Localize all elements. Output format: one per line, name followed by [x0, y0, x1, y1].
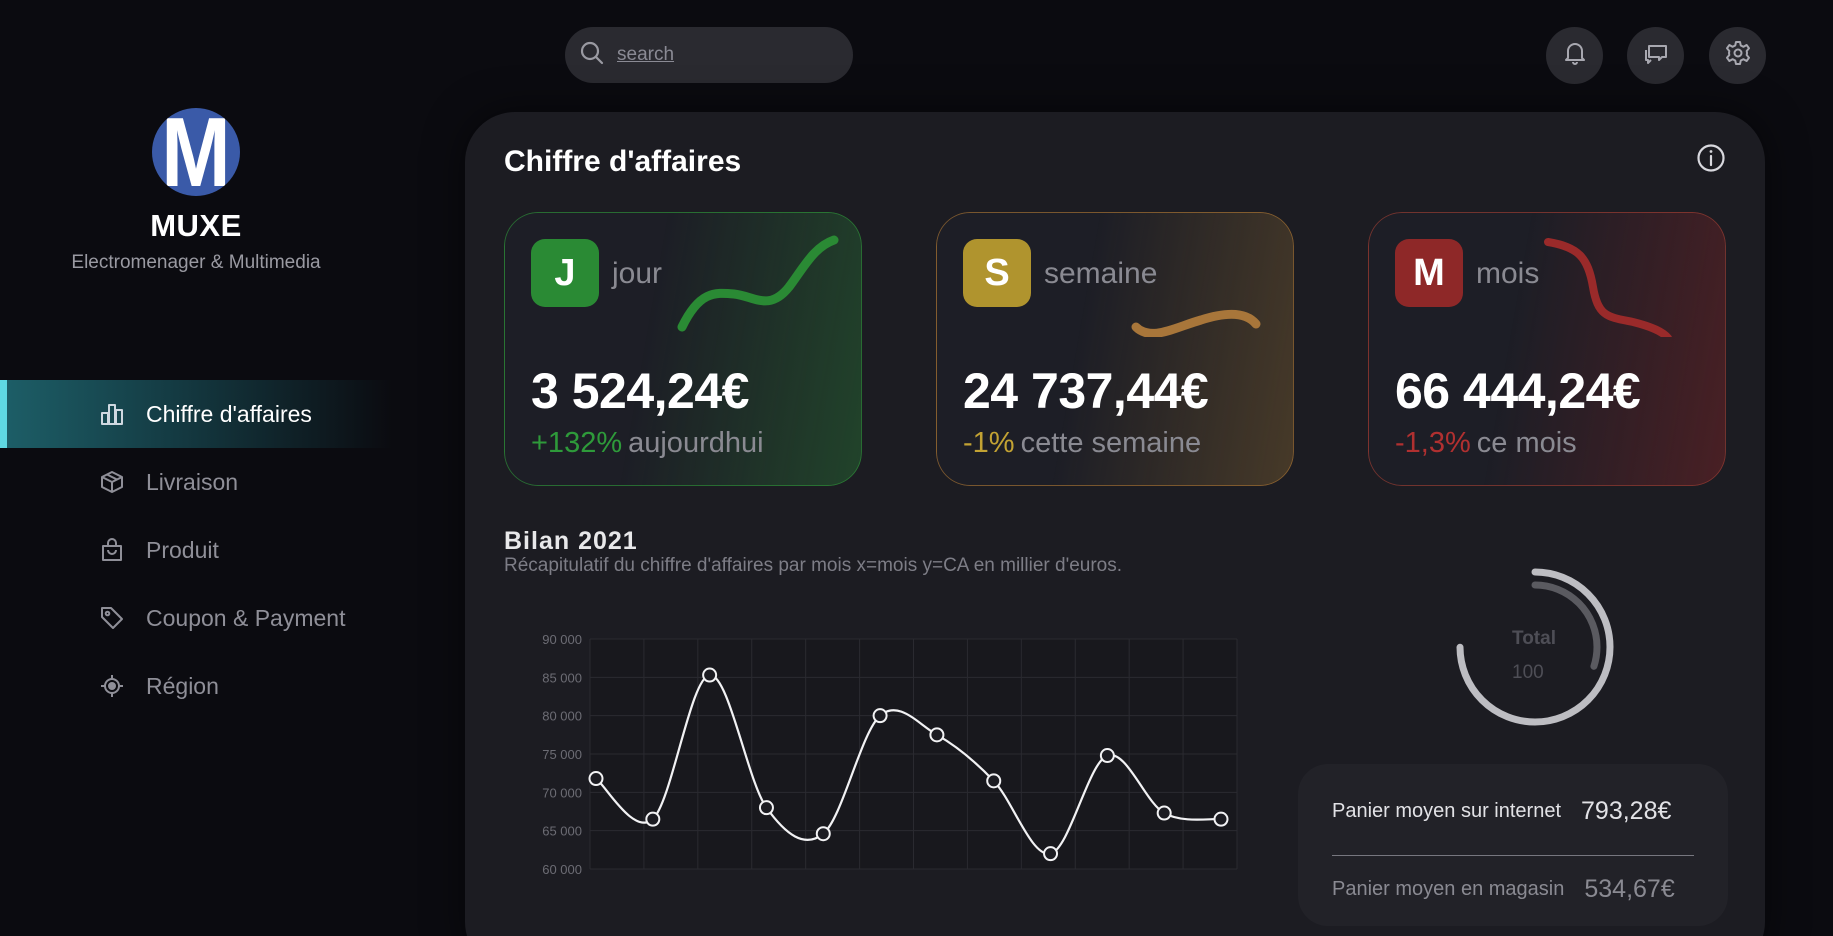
card-amount: 24 737,44€ [963, 363, 1209, 419]
card-change-percent: -1% [963, 427, 1015, 459]
gear-icon [1724, 39, 1752, 72]
basket-summary: Panier moyen sur internet 793,28€ Panier… [1298, 764, 1728, 926]
chat-icon [1642, 40, 1670, 71]
data-point [1156, 805, 1172, 821]
settings-button[interactable] [1709, 27, 1766, 84]
search-bar[interactable] [565, 27, 853, 83]
y-tick-label: 70 000 [542, 785, 582, 800]
card-amount: 3 524,24€ [531, 363, 749, 419]
total-donut-chart: Total 100 [1456, 568, 1614, 726]
sidebar-item-label: Région [146, 672, 219, 699]
revenue-card-week[interactable]: S semaine 24 737,44€ -1% cette semaine [936, 212, 1294, 486]
sidebar-item-coupon-payment[interactable]: Coupon & Payment [0, 584, 392, 652]
main-panel: Chiffre d'affaires J jour 3 524,24€ +132… [465, 112, 1765, 936]
data-point [645, 811, 661, 827]
card-period: mois [1476, 257, 1540, 290]
donut-value: 100 [1512, 662, 1544, 683]
data-point [872, 708, 888, 724]
data-point [1043, 846, 1059, 862]
notifications-button[interactable] [1546, 27, 1603, 84]
sidebar-item-chiffre-affaires[interactable]: Chiffre d'affaires [0, 380, 392, 448]
logo-letter: M [161, 108, 231, 196]
y-tick-label: 60 000 [542, 862, 582, 877]
info-button[interactable] [1695, 142, 1727, 174]
bilan-title: Bilan 2021 [504, 527, 638, 555]
brand-logo[interactable]: M [152, 108, 240, 196]
revenue-line-chart: 60 000 65 000 70 000 75 000 80 000 85 000 90 0… [542, 632, 1238, 877]
basket-value: 793,28€ [1581, 796, 1672, 825]
y-tick-label: 65 000 [542, 824, 582, 839]
y-tick-label: 75 000 [542, 747, 582, 762]
basket-value: 534,67€ [1584, 874, 1675, 903]
y-tick-label: 80 000 [542, 709, 582, 724]
donut-label: Total [1512, 628, 1556, 649]
y-tick-label: 90 000 [542, 632, 582, 647]
data-point [929, 727, 945, 743]
brand-name: MUXE [150, 208, 242, 243]
page-title: Chiffre d'affaires [504, 145, 742, 178]
sidebar-item-livraison[interactable]: Livraison [0, 448, 392, 516]
basket-label: Panier moyen sur internet [1332, 799, 1562, 822]
card-period: semaine [1044, 257, 1158, 290]
sidebar-item-label: Produit [146, 536, 219, 563]
data-point [588, 771, 604, 787]
data-point [986, 773, 1002, 789]
bell-icon [1562, 40, 1588, 71]
divider [1332, 855, 1694, 856]
brand-tagline: Electromenager & Multimedia [71, 252, 321, 273]
sidebar-item-region[interactable]: Région [0, 652, 392, 720]
sparkline-day [677, 235, 839, 332]
bilan-subtitle: Récapitulatif du chiffre d'affaires par … [504, 555, 1123, 576]
sidebar-nav: Chiffre d'affaires Livraison Produit Cou… [0, 380, 392, 720]
data-point [815, 826, 831, 842]
basket-row-internet: Panier moyen sur internet 793,28€ [1332, 786, 1694, 836]
card-change: +132% aujourdhui [531, 427, 764, 460]
data-point [702, 667, 718, 683]
search-input[interactable] [617, 44, 817, 66]
card-badge: J [531, 239, 599, 307]
data-point [758, 800, 774, 816]
data-point [1213, 811, 1229, 827]
sidebar-item-label: Coupon & Payment [146, 604, 346, 631]
sidebar-item-label: Chiffre d'affaires [146, 400, 312, 427]
y-tick-label: 85 000 [542, 670, 582, 685]
data-point [1099, 748, 1115, 764]
revenue-card-month[interactable]: M mois 66 444,24€ -1,3% ce mois [1368, 212, 1726, 486]
shopping-bag-icon [98, 536, 126, 564]
search-icon [579, 40, 605, 71]
bar-chart-icon [98, 400, 126, 428]
box-icon [98, 468, 126, 496]
card-change-label: cette semaine [1020, 427, 1202, 459]
basket-row-store: Panier moyen en magasin 534,67€ [1332, 864, 1694, 914]
brand: M MUXE Electromenager & Multimedia [0, 108, 392, 274]
card-change-label: aujourdhui [628, 427, 764, 459]
card-change-percent: -1,3% [1395, 427, 1471, 459]
tag-icon [98, 604, 126, 632]
card-change: -1,3% ce mois [1395, 427, 1577, 460]
sidebar-item-label: Livraison [146, 468, 239, 495]
revenue-card-day[interactable]: J jour 3 524,24€ +132% aujourdhui [504, 212, 862, 486]
info-icon [1695, 144, 1727, 178]
card-change-percent: +132% [531, 427, 623, 459]
card-change: -1% cette semaine [963, 427, 1201, 460]
basket-label: Panier moyen en magasin [1332, 877, 1565, 900]
card-badge: M [1395, 239, 1463, 307]
card-change-label: ce mois [1476, 427, 1577, 459]
card-badge: S [963, 239, 1031, 307]
sidebar-item-produit[interactable]: Produit [0, 516, 392, 584]
sparkline-month [1544, 238, 1672, 337]
location-target-icon [98, 672, 126, 700]
card-amount: 66 444,24€ [1395, 363, 1641, 419]
messages-button[interactable] [1627, 27, 1684, 84]
card-period: jour [612, 257, 663, 290]
